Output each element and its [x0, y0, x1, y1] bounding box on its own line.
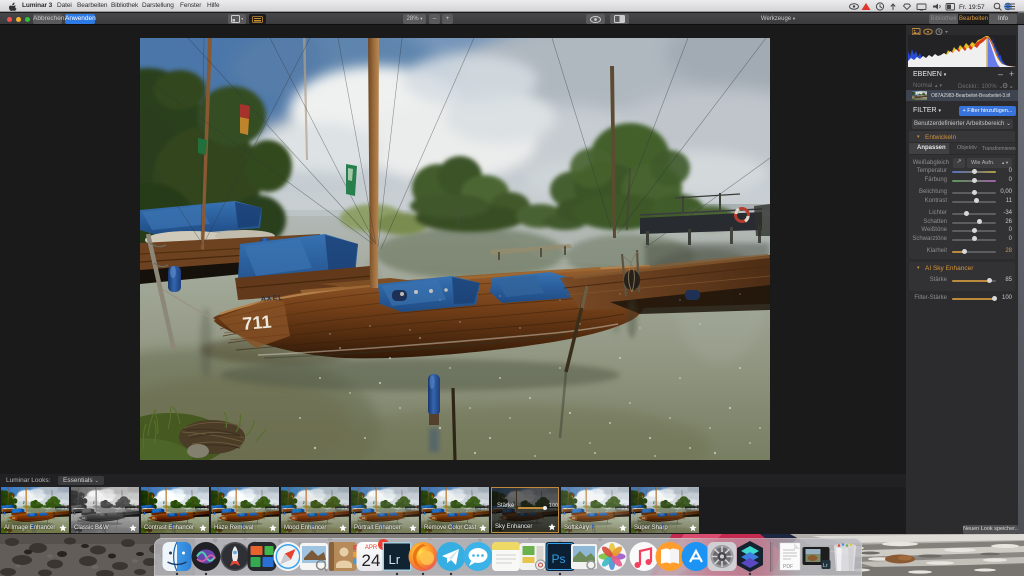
svg-text:Fr. 19:57: Fr. 19:57 [959, 4, 985, 11]
